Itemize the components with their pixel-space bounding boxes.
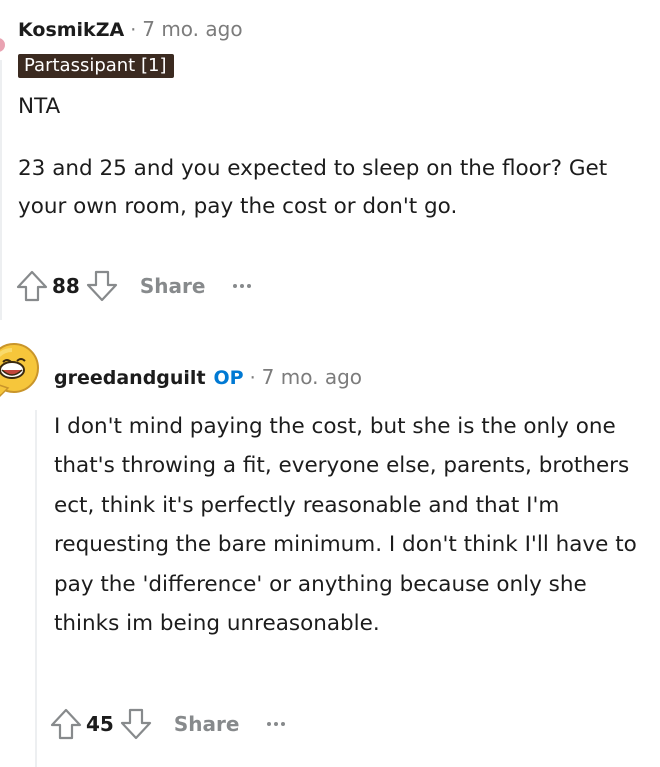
more-options-icon[interactable]: [233, 276, 252, 296]
comment: KosmikZA · 7 mo. ago Partassipant [1] NT…: [16, 14, 648, 302]
comment-author[interactable]: greedandguilt: [54, 363, 206, 393]
share-button[interactable]: Share: [140, 274, 206, 298]
thread-line[interactable]: [0, 60, 2, 320]
reply-comment: greedandguilt OP · 7 mo. ago I don't min…: [50, 362, 654, 740]
user-flair: Partassipant [1]: [18, 54, 175, 78]
share-button[interactable]: Share: [174, 712, 240, 736]
upvote-arrow-icon[interactable]: [48, 706, 84, 742]
comment-actions: 45 Share: [48, 704, 286, 744]
op-badge: OP: [213, 367, 244, 389]
comment-paragraph: 23 and 25 and you expected to sleep on t…: [18, 156, 608, 219]
downvote-arrow-icon[interactable]: [84, 268, 120, 304]
comment-paragraph: I don't mind paying the cost, but she is…: [54, 414, 637, 637]
more-options-icon[interactable]: [267, 714, 286, 734]
meta-separator: ·: [130, 19, 137, 41]
laughing-cartoon-avatar-icon[interactable]: [0, 340, 42, 404]
comment-meta: KosmikZA · 7 mo. ago: [18, 14, 648, 45]
comment-paragraph: NTA: [18, 94, 61, 119]
vote-count: 88: [52, 274, 80, 298]
comment-timestamp[interactable]: 7 mo. ago: [262, 362, 362, 392]
comment-timestamp[interactable]: 7 mo. ago: [142, 14, 242, 44]
comment-meta: greedandguilt OP · 7 mo. ago: [54, 362, 654, 393]
vote-count: 45: [86, 712, 114, 736]
meta-separator: ·: [249, 367, 256, 389]
downvote-arrow-icon[interactable]: [118, 706, 154, 742]
reply-thread-line[interactable]: [35, 410, 37, 767]
comment-author[interactable]: KosmikZA: [18, 15, 124, 45]
comment-actions: 88 Share: [14, 266, 252, 306]
parent-avatar-fragment: [0, 38, 5, 52]
upvote-arrow-icon[interactable]: [14, 268, 50, 304]
